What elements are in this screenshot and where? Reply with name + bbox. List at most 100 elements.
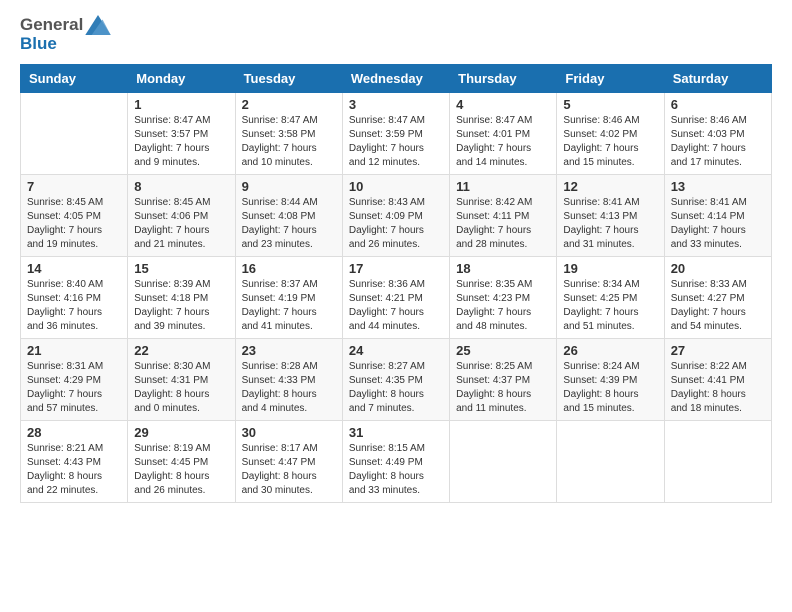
day-number: 30 (242, 425, 336, 440)
col-header-tuesday: Tuesday (235, 64, 342, 92)
day-cell: 11 Sunrise: 8:42 AM Sunset: 4:11 PM Dayli… (450, 174, 557, 256)
day-cell: 17Sunrise: 8:36 AM Sunset: 4:21 PM Dayli… (342, 256, 449, 338)
day-info: Sunrise: 8:30 AM Sunset: 4:31 PM Dayligh… (134, 360, 228, 416)
day-cell: 20Sunrise: 8:33 AM Sunset: 4:27 PM Dayli… (664, 256, 771, 338)
col-header-friday: Friday (557, 64, 664, 92)
header-row: SundayMondayTuesdayWednesdayThursdayFrid… (21, 64, 772, 92)
day-number: 29 (134, 425, 228, 440)
day-number: 31 (349, 425, 443, 440)
day-number: 7 (27, 179, 121, 194)
day-cell: 24 Sunrise: 8:27 AM Sunset: 4:35 PM Dayli… (342, 338, 449, 420)
day-number: 15 (134, 261, 228, 276)
day-number: 3 (349, 97, 443, 112)
day-cell: 31Sunrise: 8:15 AM Sunset: 4:49 PM Dayli… (342, 420, 449, 502)
day-cell: 2 Sunrise: 8:47 AM Sunset: 3:58 PM Daylig… (235, 92, 342, 174)
day-info: Sunrise: 8:47 AM Sunset: 3:57 PM Dayligh… (134, 114, 228, 170)
day-cell: 21 Sunrise: 8:31 AM Sunset: 4:29 PM Dayli… (21, 338, 128, 420)
logo-general-text: General (20, 16, 83, 35)
day-info: Sunrise: 8:47 AM Sunset: 4:01 PM Dayligh… (456, 114, 550, 170)
logo-icon (85, 15, 111, 35)
day-info: Sunrise: 8:27 AM Sunset: 4:35 PM Dayligh… (349, 360, 443, 416)
day-info: Sunrise: 8:37 AM Sunset: 4:19 PM Dayligh… (242, 278, 336, 334)
day-info: Sunrise: 8:25 AM Sunset: 4:37 PM Dayligh… (456, 360, 550, 416)
day-cell: 3 Sunrise: 8:47 AM Sunset: 3:59 PM Daylig… (342, 92, 449, 174)
day-info: Sunrise: 8:41 AM Sunset: 4:14 PM Dayligh… (671, 196, 765, 252)
day-info: Sunrise: 8:17 AM Sunset: 4:47 PM Dayligh… (242, 442, 336, 498)
day-cell: 29 Sunrise: 8:19 AM Sunset: 4:45 PM Dayli… (128, 420, 235, 502)
day-info: Sunrise: 8:24 AM Sunset: 4:39 PM Dayligh… (563, 360, 657, 416)
day-info: Sunrise: 8:31 AM Sunset: 4:29 PM Dayligh… (27, 360, 121, 416)
day-cell: 4Sunrise: 8:47 AM Sunset: 4:01 PM Daylig… (450, 92, 557, 174)
page: GeneralBlue SundayMondayTuesdayWednesday… (0, 0, 792, 612)
day-cell: 23Sunrise: 8:28 AM Sunset: 4:33 PM Dayli… (235, 338, 342, 420)
col-header-monday: Monday (128, 64, 235, 92)
day-number: 21 (27, 343, 121, 358)
col-header-wednesday: Wednesday (342, 64, 449, 92)
day-cell: 22 Sunrise: 8:30 AM Sunset: 4:31 PM Dayli… (128, 338, 235, 420)
day-info: Sunrise: 8:40 AM Sunset: 4:16 PM Dayligh… (27, 278, 121, 334)
day-info: Sunrise: 8:19 AM Sunset: 4:45 PM Dayligh… (134, 442, 228, 498)
day-cell: 15 Sunrise: 8:39 AM Sunset: 4:18 PM Dayli… (128, 256, 235, 338)
day-number: 27 (671, 343, 765, 358)
day-cell: 13 Sunrise: 8:41 AM Sunset: 4:14 PM Dayli… (664, 174, 771, 256)
day-number: 11 (456, 179, 550, 194)
day-cell: 5Sunrise: 8:46 AM Sunset: 4:02 PM Daylig… (557, 92, 664, 174)
day-number: 10 (349, 179, 443, 194)
day-cell (664, 420, 771, 502)
day-number: 13 (671, 179, 765, 194)
day-number: 16 (242, 261, 336, 276)
day-info: Sunrise: 8:39 AM Sunset: 4:18 PM Dayligh… (134, 278, 228, 334)
calendar: SundayMondayTuesdayWednesdayThursdayFrid… (20, 64, 772, 503)
logo-blue-text: Blue (20, 34, 57, 53)
week-row-0: 1Sunrise: 8:47 AM Sunset: 3:57 PM Daylig… (21, 92, 772, 174)
day-cell: 25 Sunrise: 8:25 AM Sunset: 4:37 PM Dayli… (450, 338, 557, 420)
col-header-saturday: Saturday (664, 64, 771, 92)
day-cell (21, 92, 128, 174)
day-cell: 6 Sunrise: 8:46 AM Sunset: 4:03 PM Daylig… (664, 92, 771, 174)
day-info: Sunrise: 8:45 AM Sunset: 4:05 PM Dayligh… (27, 196, 121, 252)
day-number: 26 (563, 343, 657, 358)
day-info: Sunrise: 8:43 AM Sunset: 4:09 PM Dayligh… (349, 196, 443, 252)
day-info: Sunrise: 8:22 AM Sunset: 4:41 PM Dayligh… (671, 360, 765, 416)
day-number: 28 (27, 425, 121, 440)
day-number: 6 (671, 97, 765, 112)
day-cell: 26 Sunrise: 8:24 AM Sunset: 4:39 PM Dayli… (557, 338, 664, 420)
day-cell: 8 Sunrise: 8:45 AM Sunset: 4:06 PM Daylig… (128, 174, 235, 256)
day-cell: 27 Sunrise: 8:22 AM Sunset: 4:41 PM Dayli… (664, 338, 771, 420)
calendar-header: SundayMondayTuesdayWednesdayThursdayFrid… (21, 64, 772, 92)
day-number: 8 (134, 179, 228, 194)
day-cell: 12 Sunrise: 8:41 AM Sunset: 4:13 PM Dayli… (557, 174, 664, 256)
day-number: 23 (242, 343, 336, 358)
day-cell: 1Sunrise: 8:47 AM Sunset: 3:57 PM Daylig… (128, 92, 235, 174)
day-number: 9 (242, 179, 336, 194)
day-info: Sunrise: 8:47 AM Sunset: 3:59 PM Dayligh… (349, 114, 443, 170)
day-info: Sunrise: 8:47 AM Sunset: 3:58 PM Dayligh… (242, 114, 336, 170)
day-number: 2 (242, 97, 336, 112)
day-info: Sunrise: 8:46 AM Sunset: 4:02 PM Dayligh… (563, 114, 657, 170)
day-cell: 16 Sunrise: 8:37 AM Sunset: 4:19 PM Dayli… (235, 256, 342, 338)
day-cell (557, 420, 664, 502)
day-info: Sunrise: 8:45 AM Sunset: 4:06 PM Dayligh… (134, 196, 228, 252)
day-info: Sunrise: 8:42 AM Sunset: 4:11 PM Dayligh… (456, 196, 550, 252)
day-number: 22 (134, 343, 228, 358)
day-cell: 10 Sunrise: 8:43 AM Sunset: 4:09 PM Dayli… (342, 174, 449, 256)
day-cell: 14Sunrise: 8:40 AM Sunset: 4:16 PM Dayli… (21, 256, 128, 338)
day-info: Sunrise: 8:44 AM Sunset: 4:08 PM Dayligh… (242, 196, 336, 252)
day-info: Sunrise: 8:34 AM Sunset: 4:25 PM Dayligh… (563, 278, 657, 334)
day-number: 12 (563, 179, 657, 194)
day-cell: 28 Sunrise: 8:21 AM Sunset: 4:43 PM Dayli… (21, 420, 128, 502)
day-cell: 18Sunrise: 8:35 AM Sunset: 4:23 PM Dayli… (450, 256, 557, 338)
col-header-thursday: Thursday (450, 64, 557, 92)
day-number: 18 (456, 261, 550, 276)
day-cell (450, 420, 557, 502)
day-cell: 9 Sunrise: 8:44 AM Sunset: 4:08 PM Daylig… (235, 174, 342, 256)
day-info: Sunrise: 8:21 AM Sunset: 4:43 PM Dayligh… (27, 442, 121, 498)
day-number: 25 (456, 343, 550, 358)
logo: GeneralBlue (20, 15, 111, 54)
calendar-body: 1Sunrise: 8:47 AM Sunset: 3:57 PM Daylig… (21, 92, 772, 502)
day-number: 24 (349, 343, 443, 358)
day-info: Sunrise: 8:41 AM Sunset: 4:13 PM Dayligh… (563, 196, 657, 252)
day-info: Sunrise: 8:46 AM Sunset: 4:03 PM Dayligh… (671, 114, 765, 170)
week-row-4: 28 Sunrise: 8:21 AM Sunset: 4:43 PM Dayli… (21, 420, 772, 502)
day-number: 19 (563, 261, 657, 276)
